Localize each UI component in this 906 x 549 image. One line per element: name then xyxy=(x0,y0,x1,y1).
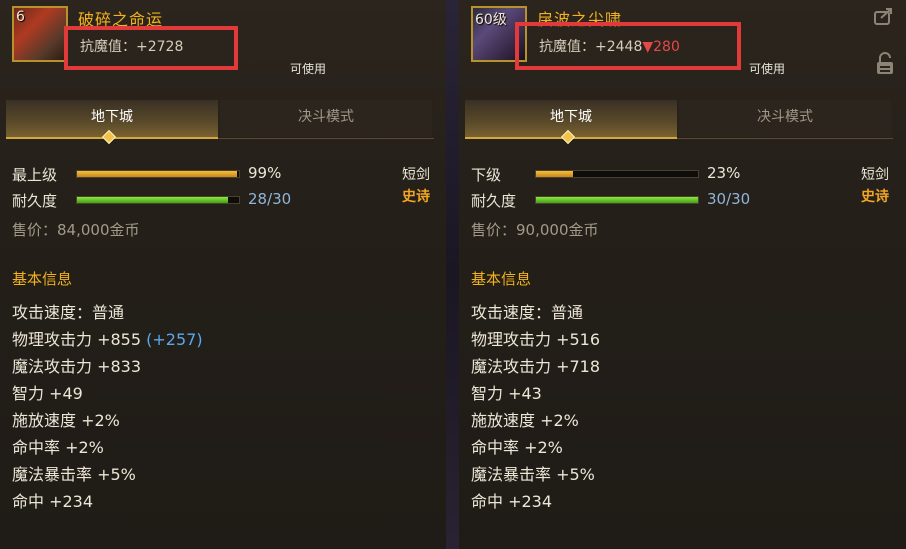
usage-restriction: 可使用 xyxy=(290,60,326,77)
section-basic-info: 基本信息 xyxy=(12,270,73,288)
durability-value: 28/30 xyxy=(248,190,292,208)
rarity-label: 史诗 xyxy=(402,189,430,205)
durability-bar-fill xyxy=(77,197,228,203)
panel-divider xyxy=(446,0,459,549)
attr-attack-speed: 攻击速度：普通 xyxy=(471,303,584,322)
grade-percent: 23% xyxy=(707,164,741,182)
attr-hit: 命中 +234 xyxy=(12,492,94,511)
durability-bar xyxy=(76,196,240,204)
section-basic-info: 基本信息 xyxy=(471,270,532,288)
export-icon[interactable] xyxy=(873,6,893,26)
attr-intelligence: 智力 +43 xyxy=(471,384,542,403)
durability-bar-fill xyxy=(536,197,698,203)
grade-label: 下级 xyxy=(471,166,502,184)
mode-tabs: 地下城 决斗模式 xyxy=(6,100,434,139)
attr-physical-attack-value: 物理攻击力 +855 xyxy=(12,330,142,349)
durability-bar xyxy=(535,196,699,204)
attr-magic-crit: 魔法暴击率 +5% xyxy=(12,465,136,484)
attr-magic-crit: 魔法暴击率 +5% xyxy=(471,465,595,484)
attr-attack-speed: 攻击速度：普通 xyxy=(12,303,125,322)
usage-restriction: 可使用 xyxy=(749,60,785,77)
lock-icon[interactable] xyxy=(875,52,895,74)
usage-restriction-text: 可使用 xyxy=(749,62,786,76)
weapon-type: 短剑 xyxy=(861,167,889,183)
mode-tabs: 地下城 决斗模式 xyxy=(465,100,893,139)
weapon-type: 短剑 xyxy=(402,167,430,183)
attr-hit-rate: 命中率 +2% xyxy=(12,438,104,457)
highlight-box xyxy=(64,26,238,70)
tab-pvp[interactable]: 决斗模式 xyxy=(220,100,432,137)
durability-label: 耐久度 xyxy=(471,192,517,210)
sell-price: 售价：84,000金币 xyxy=(12,221,140,239)
attr-cast-speed: 施放速度 +2% xyxy=(12,411,120,430)
rarity-label: 史诗 xyxy=(861,189,889,205)
usage-restriction-text: 可使用 xyxy=(290,62,327,76)
item-tooltip-left: 6 破碎之命运 抗魔值：+2728 可使用 地下城 决斗模式 最上级 99% 短… xyxy=(0,0,447,549)
attr-hit: 命中 +234 xyxy=(471,492,553,511)
grade-bar xyxy=(76,170,240,178)
item-level: 60级 xyxy=(475,12,507,28)
tab-pvp[interactable]: 决斗模式 xyxy=(679,100,891,137)
weapon-icon: 6 xyxy=(12,6,68,62)
attr-physical-attack-bonus: (+257) xyxy=(146,330,203,349)
attr-intelligence: 智力 +49 xyxy=(12,384,83,403)
attr-physical-attack: 物理攻击力 +516 xyxy=(471,330,601,349)
durability-value: 30/30 xyxy=(707,190,751,208)
grade-bar xyxy=(535,170,699,178)
grade-percent: 99% xyxy=(248,164,282,182)
attr-hit-rate: 命中率 +2% xyxy=(471,438,563,457)
item-level: 6 xyxy=(16,9,25,25)
sell-price: 售价：90,000金币 xyxy=(471,221,599,239)
attr-physical-attack: 物理攻击力 +855 (+257) xyxy=(12,326,203,350)
attr-magic-attack: 魔法攻击力 +718 xyxy=(471,357,601,376)
attr-magic-attack: 魔法攻击力 +833 xyxy=(12,357,142,376)
grade-bar-fill xyxy=(536,171,574,177)
grade-bar-fill xyxy=(77,171,238,177)
item-tooltip-right: 60级 戾波之尖啸 抗魔值：+2448▼280 可使用 地下城 决斗模式 下级 … xyxy=(459,0,906,549)
highlight-box xyxy=(515,22,741,70)
durability-label: 耐久度 xyxy=(12,192,58,210)
grade-label: 最上级 xyxy=(12,166,58,184)
attr-cast-speed: 施放速度 +2% xyxy=(471,411,579,430)
